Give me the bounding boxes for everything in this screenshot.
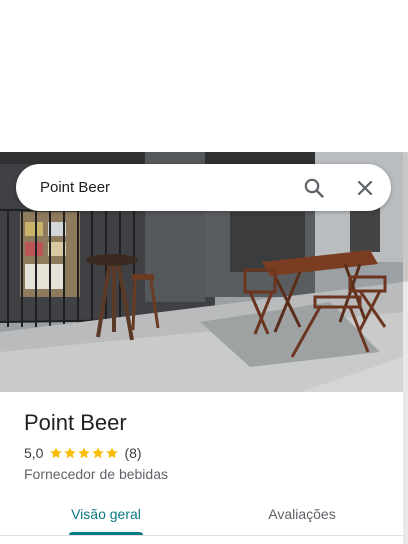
search-icon[interactable] (302, 176, 326, 200)
review-count[interactable]: (8) (124, 445, 141, 461)
rating-value: 5,0 (24, 445, 44, 461)
place-category[interactable]: Fornecedor de bebidas (24, 465, 168, 483)
star-icon (64, 447, 77, 459)
star-icon (50, 447, 63, 459)
star-icon (106, 447, 119, 459)
scrollbar-thumb[interactable] (403, 152, 408, 282)
search-bar[interactable]: Point Beer (16, 164, 391, 211)
close-icon[interactable] (353, 176, 377, 200)
search-input[interactable]: Point Beer (40, 178, 110, 197)
scrollbar[interactable] (403, 152, 408, 544)
rating-row[interactable]: 5,0 (8) (24, 444, 142, 462)
place-title: Point Beer (24, 410, 127, 435)
rating-stars (49, 446, 119, 460)
star-icon (78, 447, 91, 459)
star-icon (92, 447, 105, 459)
tabs-divider (0, 535, 403, 536)
